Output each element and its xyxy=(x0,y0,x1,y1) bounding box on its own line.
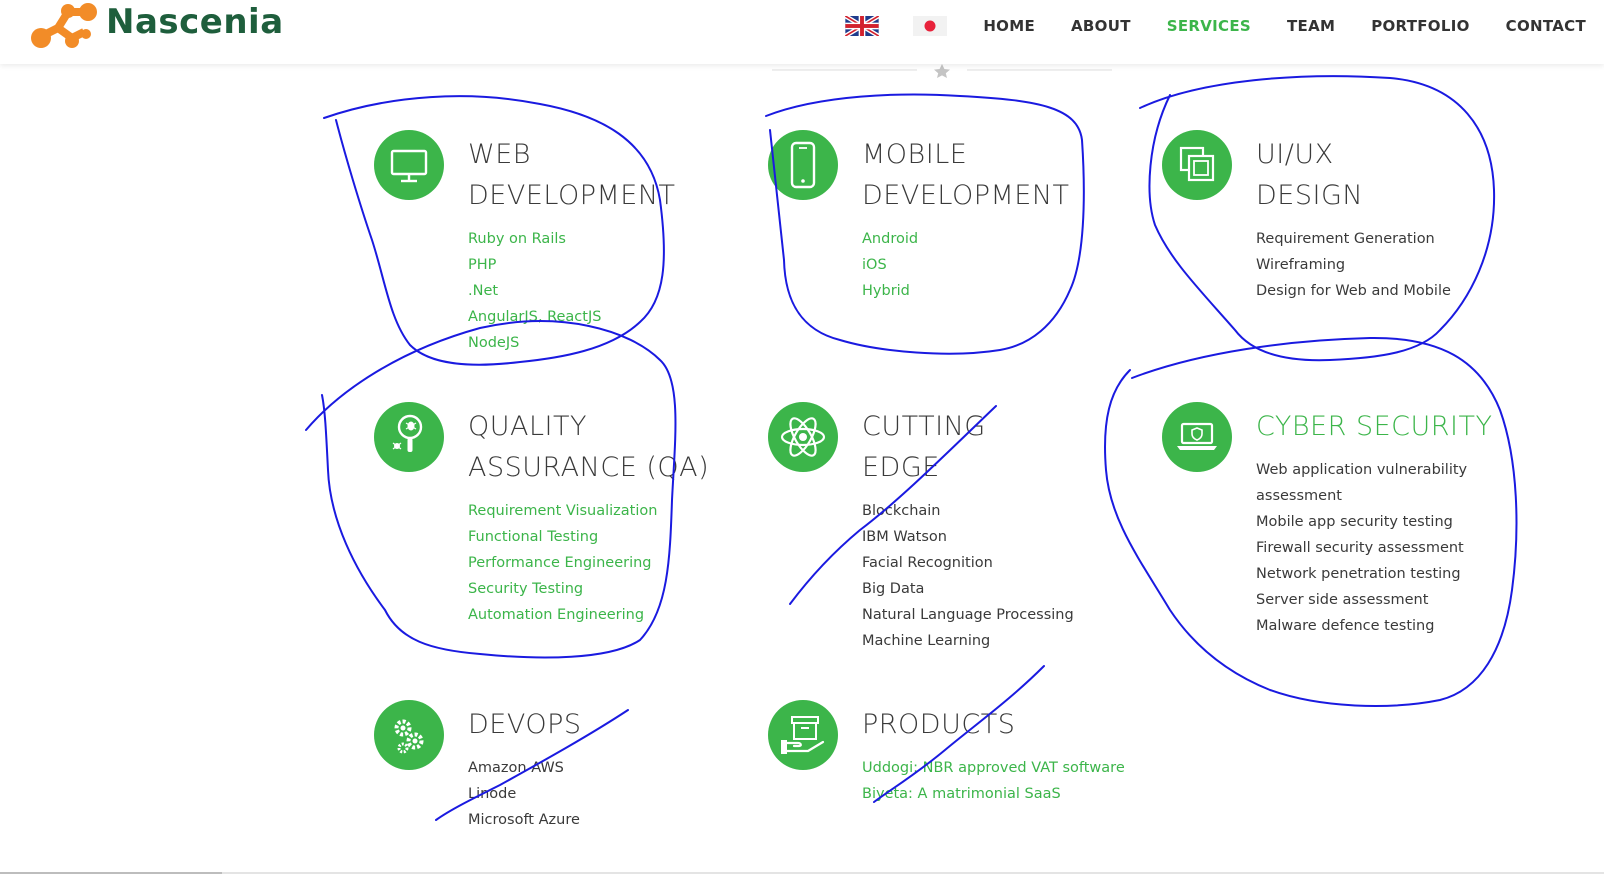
annotation-circle-uiux xyxy=(1139,75,1496,362)
list-item[interactable]: Ruby on Rails xyxy=(468,226,601,252)
footer-divider xyxy=(0,872,1604,874)
list-item: Blockchain xyxy=(862,503,941,519)
list-item[interactable]: Uddogi: NBR approved VAT software xyxy=(862,755,1125,781)
nav-contact[interactable]: CONTACT xyxy=(1506,17,1586,35)
list-item: assessment xyxy=(1256,488,1342,504)
service-list: Android iOS Hybrid xyxy=(862,226,918,304)
smartphone-icon xyxy=(768,130,838,200)
layers-icon xyxy=(1162,130,1232,200)
service-list: Web application vulnerability assessment… xyxy=(1256,457,1467,639)
list-item[interactable]: AngularJS, ReactJS xyxy=(468,304,601,330)
list-item[interactable]: PHP xyxy=(468,252,601,278)
list-item: Linode xyxy=(468,786,517,802)
logo-molecule-icon xyxy=(31,3,97,48)
list-item[interactable]: Automation Engineering xyxy=(468,602,657,628)
service-title: UI/UX DESIGN xyxy=(1256,139,1364,211)
nav-home[interactable]: HOME xyxy=(983,17,1035,35)
list-item[interactable]: Hybrid xyxy=(862,278,918,304)
list-item: Machine Learning xyxy=(862,633,991,649)
magnifier-bug-icon xyxy=(374,402,444,472)
nav-about[interactable]: ABOUT xyxy=(1071,17,1131,35)
list-item: Natural Language Processing xyxy=(862,607,1074,623)
service-title: CYBER SECURITY xyxy=(1256,411,1493,442)
service-title: CUTTING EDGE xyxy=(862,411,986,483)
monitor-icon xyxy=(374,130,444,200)
service-list: Requirement Visualization Functional Tes… xyxy=(468,498,657,628)
service-list: Amazon AWS Linode Microsoft Azure xyxy=(468,755,580,833)
section-divider xyxy=(772,64,1112,78)
list-item[interactable]: iOS xyxy=(862,252,918,278)
list-item[interactable]: Biyeta: A matrimonial SaaS xyxy=(862,781,1125,807)
list-item: Amazon AWS xyxy=(468,760,564,776)
list-item: Mobile app security testing xyxy=(1256,514,1453,530)
list-item: Wireframing xyxy=(1256,257,1346,273)
list-item[interactable]: Android xyxy=(862,226,918,252)
list-item: IBM Watson xyxy=(862,529,947,545)
main-nav: HOME ABOUT SERVICES TEAM PORTFOLIO CONTA… xyxy=(844,0,1586,52)
list-item[interactable]: .Net xyxy=(468,278,601,304)
nav-team[interactable]: TEAM xyxy=(1287,17,1335,35)
list-item: Facial Recognition xyxy=(862,555,993,571)
list-item[interactable]: Security Testing xyxy=(468,576,657,602)
list-item: Firewall security assessment xyxy=(1256,540,1464,556)
nav-services[interactable]: SERVICES xyxy=(1167,17,1251,35)
brand-name: Nascenia xyxy=(106,2,284,42)
list-item[interactable]: NodeJS xyxy=(468,330,601,356)
laptop-shield-icon xyxy=(1162,402,1232,472)
list-item: Requirement Generation xyxy=(1256,231,1435,247)
list-item: Design for Web and Mobile xyxy=(1256,283,1451,299)
japan-flag-icon[interactable] xyxy=(913,16,948,36)
service-list: Ruby on Rails PHP .Net AngularJS, ReactJ… xyxy=(468,226,601,356)
service-title: QUALITY ASSURANCE (QA) xyxy=(468,411,710,483)
service-title: MOBILE DEVELOPMENT xyxy=(862,139,1070,211)
logo[interactable]: Nascenia xyxy=(28,0,283,58)
service-title: WEB DEVELOPMENT xyxy=(468,139,676,211)
nav-portfolio[interactable]: PORTFOLIO xyxy=(1371,17,1469,35)
list-item: Malware defence testing xyxy=(1256,618,1435,634)
atom-icon xyxy=(768,402,838,472)
list-item: Network penetration testing xyxy=(1256,566,1461,582)
service-list: Blockchain IBM Watson Facial Recognition… xyxy=(862,498,1074,654)
uk-flag-icon[interactable] xyxy=(844,14,881,38)
box-hand-icon xyxy=(768,700,838,770)
service-title: PRODUCTS xyxy=(862,709,1016,740)
list-item: Big Data xyxy=(862,581,925,597)
gears-icon xyxy=(374,700,444,770)
service-title: DEVOPS xyxy=(468,709,582,740)
scroll-progress xyxy=(0,872,222,874)
list-item[interactable]: Functional Testing xyxy=(468,524,657,550)
list-item: Web application vulnerability xyxy=(1256,462,1468,478)
service-list: Requirement Generation Wireframing Desig… xyxy=(1256,226,1451,304)
star-icon xyxy=(934,64,950,78)
list-item: Server side assessment xyxy=(1256,592,1429,608)
list-item[interactable]: Performance Engineering xyxy=(468,550,657,576)
list-item: Microsoft Azure xyxy=(468,812,580,828)
list-item[interactable]: Requirement Visualization xyxy=(468,498,657,524)
site-header: Nascenia HOME ABOUT SERVICES TEAM PORTFO… xyxy=(0,0,1604,64)
service-list: Uddogi: NBR approved VAT software Biyeta… xyxy=(862,755,1125,807)
